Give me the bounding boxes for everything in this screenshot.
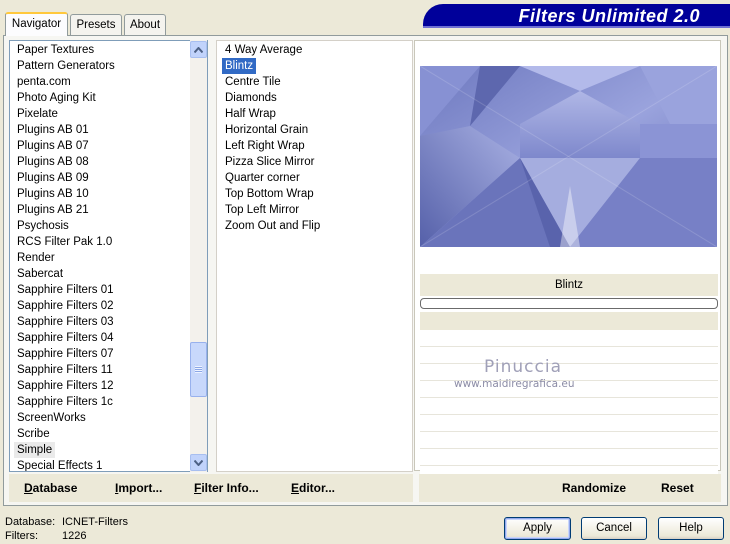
filters-count: 1226: [62, 530, 87, 542]
category-item[interactable]: Paper Textures: [14, 42, 97, 58]
category-item[interactable]: Photo Aging Kit: [14, 90, 99, 106]
category-item[interactable]: Render: [14, 250, 58, 266]
scroll-thumb[interactable]: [190, 342, 207, 397]
scroll-grip-icon: [195, 366, 202, 373]
tab-presets[interactable]: Presets: [70, 14, 122, 35]
parameter-header: [420, 312, 718, 330]
category-item[interactable]: penta.com: [14, 74, 74, 90]
category-item[interactable]: Plugins AB 08: [14, 154, 92, 170]
scroll-down-icon: [194, 459, 203, 466]
category-item[interactable]: Pattern Generators: [14, 58, 118, 74]
category-item[interactable]: Sapphire Filters 11: [14, 362, 116, 378]
filter-item[interactable]: Centre Tile: [222, 74, 284, 90]
filter-item[interactable]: Blintz: [222, 58, 257, 74]
title-banner: Filters Unlimited 2.0: [423, 4, 730, 28]
progress-bar: [420, 298, 718, 309]
tab-navigator[interactable]: Navigator: [5, 12, 68, 36]
filter-info-button[interactable]: Filter Info...: [194, 481, 259, 495]
category-item[interactable]: Sapphire Filters 01: [14, 282, 117, 298]
access-key: E: [291, 481, 300, 495]
category-item[interactable]: Scribe: [14, 426, 53, 442]
parameter-row: [420, 348, 718, 364]
watermark-url: www.maidiregrafica.eu: [454, 378, 575, 390]
access-key: D: [24, 481, 33, 495]
filter-item[interactable]: Diamonds: [222, 90, 280, 106]
category-item[interactable]: Sabercat: [14, 266, 66, 282]
category-item[interactable]: Simple: [14, 442, 56, 458]
preview-thumbnail: [420, 66, 717, 247]
filter-item[interactable]: 4 Way Average: [222, 42, 305, 58]
parameter-row: [420, 433, 718, 449]
category-item[interactable]: Sapphire Filters 07: [14, 346, 117, 362]
category-item[interactable]: Sapphire Filters 12: [14, 378, 117, 394]
watermark-name: Pinuccia: [484, 357, 562, 377]
apply-button[interactable]: Apply: [504, 517, 571, 540]
filter-item[interactable]: Top Left Mirror: [222, 202, 302, 218]
category-item[interactable]: Psychosis: [14, 218, 72, 234]
database-button[interactable]: Database: [24, 481, 77, 495]
category-item[interactable]: Plugins AB 07: [14, 138, 92, 154]
cancel-button[interactable]: Cancel: [581, 517, 647, 540]
category-item[interactable]: Sapphire Filters 04: [14, 330, 117, 346]
parameter-row: [420, 331, 718, 347]
help-button[interactable]: Help: [658, 517, 724, 540]
filter-item[interactable]: Top Bottom Wrap: [222, 186, 317, 202]
preview-filter-name: Blintz: [420, 274, 718, 296]
parameter-row: [420, 416, 718, 432]
parameter-row: [420, 399, 718, 415]
reset-button[interactable]: Reset: [661, 481, 694, 495]
randomize-button[interactable]: Randomize: [562, 481, 626, 495]
category-item[interactable]: ScreenWorks: [14, 410, 89, 426]
category-item[interactable]: Plugins AB 21: [14, 202, 92, 218]
category-item[interactable]: Sapphire Filters 1c: [14, 394, 116, 410]
filter-list[interactable]: 4 Way Average Blintz Centre Tile Diamonds Ha…: [216, 40, 413, 472]
category-item[interactable]: Plugins AB 01: [14, 122, 92, 138]
import-button[interactable]: Import...: [115, 481, 162, 495]
category-list[interactable]: Paper Textures Pattern Generators penta.co…: [9, 40, 208, 472]
category-scrollbar[interactable]: [190, 40, 207, 472]
banner-title: Filters Unlimited 2.0: [518, 6, 700, 26]
category-item[interactable]: Sapphire Filters 02: [14, 298, 117, 314]
category-item[interactable]: Special Effects 1: [14, 458, 105, 471]
filter-item[interactable]: Pizza Slice Mirror: [222, 154, 317, 170]
tab-about[interactable]: About: [124, 14, 166, 35]
category-item[interactable]: RCS Filter Pak 1.0: [14, 234, 115, 250]
filter-item[interactable]: Half Wrap: [222, 106, 279, 122]
scroll-down-button[interactable]: [190, 454, 207, 471]
database-value: ICNET-Filters: [62, 516, 128, 528]
preview-image: [420, 66, 717, 247]
access-key: F: [194, 481, 202, 495]
editor-button[interactable]: Editor...: [291, 481, 335, 495]
filter-item[interactable]: Quarter corner: [222, 170, 303, 186]
filter-item[interactable]: Horizontal Grain: [222, 122, 311, 138]
category-item[interactable]: Plugins AB 10: [14, 186, 92, 202]
database-label: Database:: [5, 516, 56, 528]
filter-item[interactable]: Zoom Out and Flip: [222, 218, 323, 234]
category-item[interactable]: Pixelate: [14, 106, 61, 122]
parameter-row: [420, 450, 718, 466]
category-item[interactable]: Plugins AB 09: [14, 170, 92, 186]
filter-item[interactable]: Left Right Wrap: [222, 138, 308, 154]
filters-label: Filters:: [5, 530, 38, 542]
scroll-up-button[interactable]: [190, 41, 207, 58]
category-item[interactable]: Sapphire Filters 03: [14, 314, 117, 330]
scroll-up-icon: [194, 46, 203, 53]
access-key: I: [115, 481, 119, 495]
